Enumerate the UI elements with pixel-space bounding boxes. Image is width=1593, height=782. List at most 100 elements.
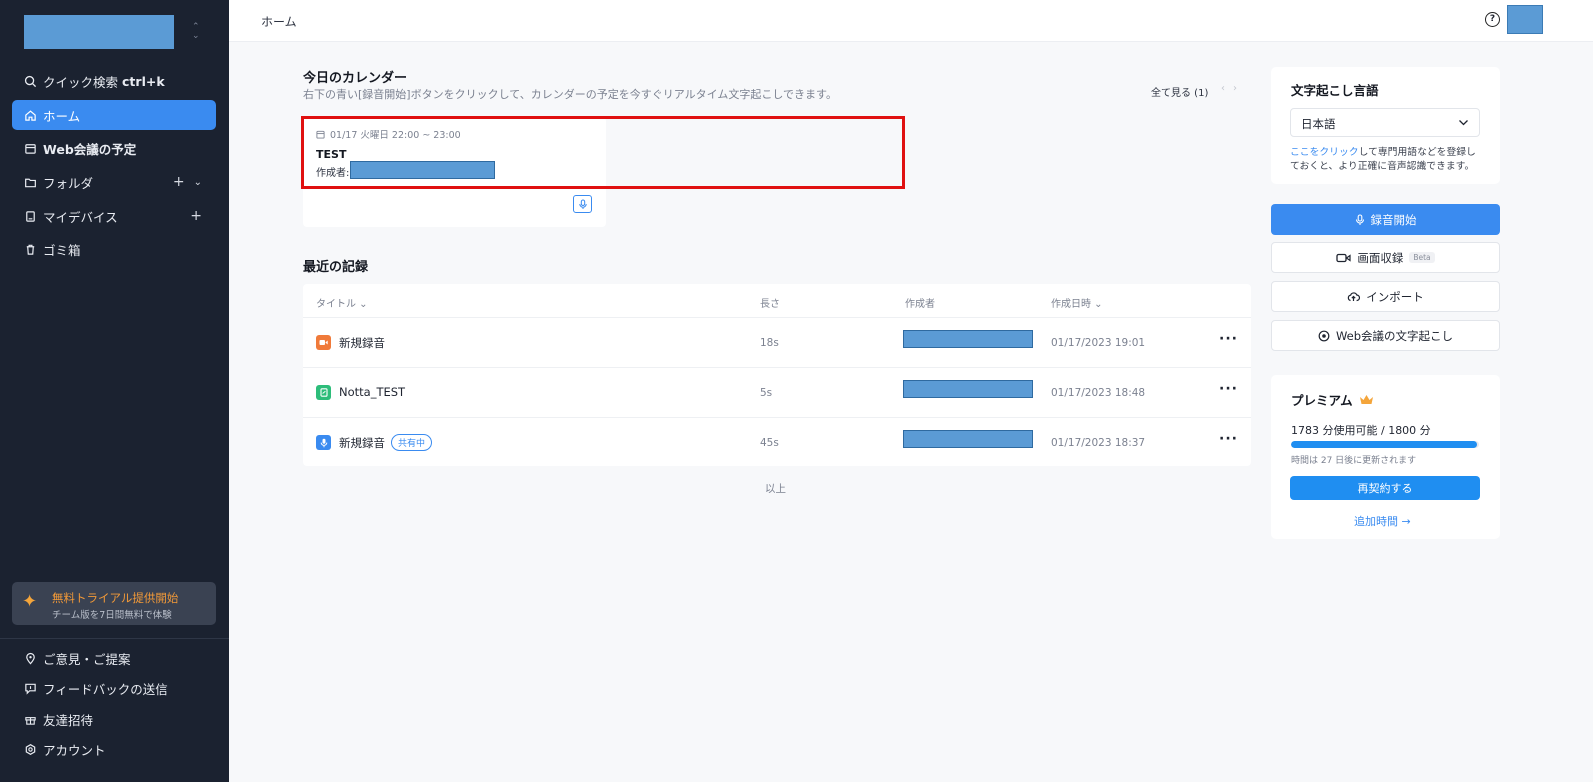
sidebar-item-invite-friends[interactable]: 友達招待 [12, 704, 216, 734]
sidebar-divider [0, 638, 229, 639]
sidebar-item-account[interactable]: アカウント [12, 734, 216, 764]
message-icon [23, 681, 37, 695]
sidebar-item-trash[interactable]: ゴミ箱 [12, 234, 216, 264]
web-meeting-transcribe-button[interactable]: Web会議の文字起こし [1271, 320, 1500, 351]
record-name: 新規録音 [339, 436, 385, 450]
register-terms-link[interactable]: ここをクリック [1290, 147, 1359, 158]
trial-banner[interactable]: ✦ 無料トライアル提供開始 チーム版を7日間無料で体験 [12, 582, 216, 625]
more-options-icon[interactable]: ··· [1219, 431, 1238, 447]
top-bar: ホーム ? [229, 0, 1593, 42]
calendar-icon [23, 141, 37, 155]
mic-icon [1355, 213, 1364, 225]
sidebar-item-label: Web会議の予定 [43, 141, 137, 157]
sparkle-icon: ✦ [22, 591, 38, 612]
settings-icon [23, 742, 37, 756]
recent-title: 最近の記録 [303, 260, 369, 275]
search-icon [23, 74, 37, 88]
column-header-length: 長さ [760, 299, 780, 310]
record-creator-redacted [903, 330, 1033, 348]
renew-note: 時間は 27 日後に更新されます [1291, 456, 1417, 466]
sidebar: ⌃ ⌄ クイック検索 ctrl+k ホーム Web会議の予定 フォルダ + ⌄ マ… [0, 0, 229, 782]
column-header-created-at[interactable]: 作成日時 ⌄ [1051, 295, 1103, 310]
record-name: Notta_TEST [339, 385, 406, 399]
sidebar-item-home[interactable]: ホーム [12, 100, 216, 130]
screen-record-button[interactable]: 画面収録 Beta [1271, 242, 1500, 273]
calendar-description: 右下の青い[録音開始]ボタンをクリックして、カレンダーの予定を今すぐリアルタイム… [303, 88, 837, 101]
transcription-language-panel: 文字起こし言語 日本語 ここをクリックして専門用語などを登録しておくと、より正確… [1271, 67, 1500, 184]
more-options-icon[interactable]: ··· [1219, 331, 1238, 347]
sidebar-item-my-devices[interactable]: マイデバイス + [12, 201, 216, 231]
more-options-icon[interactable]: ··· [1219, 381, 1238, 397]
home-icon [23, 108, 37, 122]
sidebar-item-label: フォルダ [43, 175, 94, 191]
sidebar-item-folders[interactable]: フォルダ + ⌄ [12, 167, 216, 197]
sidebar-item-send-feedback[interactable]: フィードバックの送信 [12, 673, 216, 703]
pager-arrows: ‹› [1221, 83, 1245, 94]
calendar-event-card[interactable]: 01/17 火曜日 22:00 ~ 23:00 TEST 作成者: [303, 117, 606, 227]
start-recording-button[interactable]: 録音開始 [1271, 204, 1500, 235]
event-creator-label: 作成者: [316, 168, 350, 179]
language-value: 日本語 [1301, 117, 1336, 131]
chevron-right-icon[interactable]: › [1233, 83, 1245, 94]
record-creator-redacted [903, 380, 1033, 398]
recent-records-table: タイトル ⌄ 長さ 作成者 作成日時 ⌄ 新規録音 18s 01/17/2023… [303, 284, 1251, 466]
file-icon [316, 385, 331, 400]
column-header-title[interactable]: タイトル ⌄ [316, 295, 368, 310]
sidebar-item-label: アカウント [43, 742, 106, 758]
usage-progress-bar [1291, 441, 1479, 448]
calendar-title: 今日のカレンダー [303, 71, 408, 86]
camera-icon [1336, 253, 1351, 262]
mic-icon [578, 199, 587, 209]
device-icon [23, 209, 37, 223]
usage-progress-fill [1291, 441, 1478, 448]
workspace-selector[interactable] [24, 15, 174, 49]
usage-text: 1783 分使用可能 / 1800 分 [1291, 424, 1431, 437]
record-creator-redacted [903, 430, 1033, 448]
trial-subtitle: チーム版を7日間無料で体験 [52, 610, 172, 621]
trial-title: 無料トライアル提供開始 [52, 591, 179, 605]
record-date: 01/17/2023 19:01 [1051, 337, 1146, 349]
add-folder-icon[interactable]: + [173, 174, 185, 190]
sidebar-item-quick-search[interactable]: クイック検索 ctrl+k [12, 66, 216, 96]
chevron-down-icon [1459, 120, 1468, 126]
list-end-note: 以上 [765, 483, 786, 495]
language-select[interactable]: 日本語 [1290, 108, 1480, 137]
table-row[interactable]: Notta_TEST 5s 01/17/2023 18:48 ··· [303, 367, 1251, 417]
sidebar-item-label: フィードバックの送信 [43, 681, 168, 697]
add-time-link[interactable]: 追加時間 → [1354, 513, 1411, 529]
calendar-icon [316, 130, 325, 139]
avatar[interactable] [1507, 5, 1543, 34]
folder-icon [23, 175, 37, 189]
add-device-icon[interactable]: + [190, 208, 202, 224]
event-creator-redacted [350, 161, 495, 179]
language-title: 文字起こし言語 [1291, 83, 1379, 98]
chevron-down-icon[interactable]: ⌄ [194, 177, 202, 188]
meeting-icon [1318, 330, 1330, 341]
renew-button[interactable]: 再契約する [1290, 476, 1480, 500]
event-record-button[interactable] [573, 195, 592, 213]
sidebar-item-feedback-suggestion[interactable]: ご意見・ご提案 [12, 643, 216, 673]
help-icon[interactable]: ? [1485, 12, 1500, 27]
event-time: 01/17 火曜日 22:00 ~ 23:00 [330, 130, 461, 141]
sidebar-item-label: 友達招待 [43, 712, 94, 728]
record-date: 01/17/2023 18:37 [1051, 437, 1146, 449]
video-icon [316, 335, 331, 350]
sidebar-item-label: ゴミ箱 [43, 242, 81, 258]
record-date: 01/17/2023 18:48 [1051, 387, 1146, 399]
workspace-chevron-icon[interactable]: ⌃ ⌄ [192, 23, 200, 41]
language-note: ここをクリックして専門用語などを登録しておくと、より正確に音声認識できます。 [1290, 147, 1476, 172]
import-button[interactable]: インポート [1271, 281, 1500, 312]
see-all-link[interactable]: 全て見る (1) [1151, 84, 1208, 99]
sidebar-item-label: マイデバイス [43, 209, 118, 225]
record-length: 45s [760, 437, 779, 449]
sidebar-item-label: ホーム [43, 108, 81, 124]
crown-icon [1359, 395, 1373, 404]
column-header-creator: 作成者 [905, 299, 935, 310]
table-row[interactable]: 新規録音 18s 01/17/2023 19:01 ··· [303, 317, 1251, 367]
record-length: 5s [760, 387, 773, 399]
chevron-left-icon[interactable]: ‹ [1221, 83, 1233, 94]
premium-title: プレミアム [1291, 393, 1353, 408]
gift-icon [23, 712, 37, 726]
table-row[interactable]: 新規録音 共有中 45s 01/17/2023 18:37 ··· [303, 417, 1251, 467]
sidebar-item-web-meetings[interactable]: Web会議の予定 [12, 133, 216, 163]
